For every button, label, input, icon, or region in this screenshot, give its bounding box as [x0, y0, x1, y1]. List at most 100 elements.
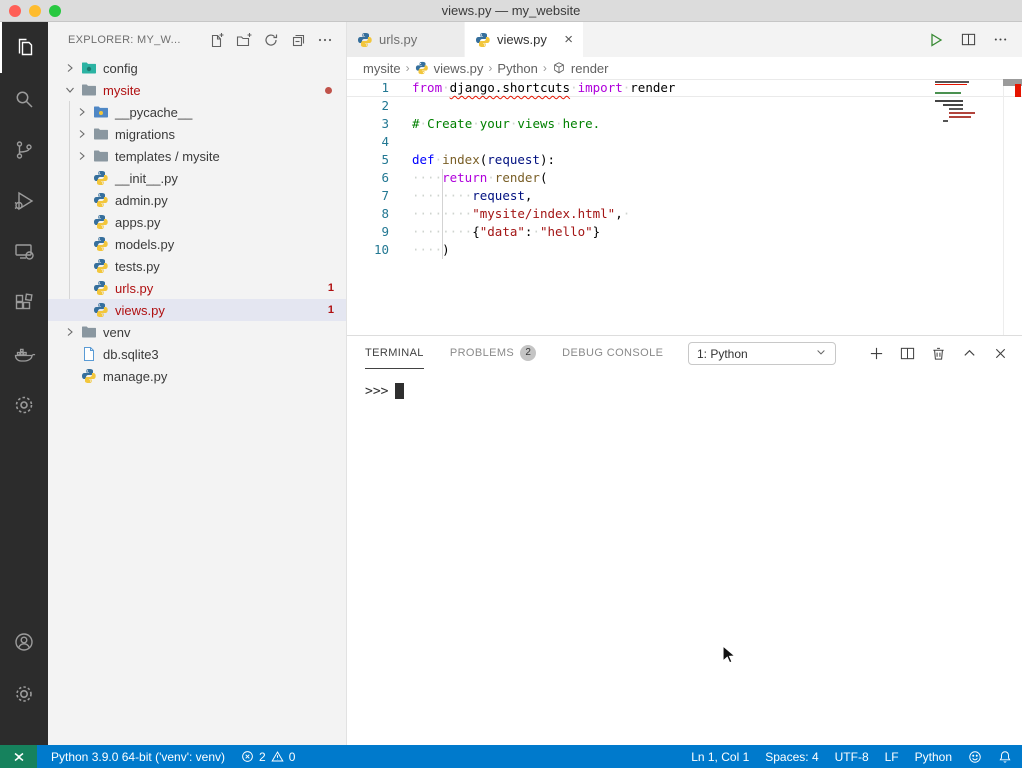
python-icon	[93, 214, 109, 230]
breadcrumb-item[interactable]: render	[571, 61, 609, 76]
minimap[interactable]	[935, 79, 1005, 133]
code-text: ····)	[389, 241, 450, 259]
new-terminal-icon[interactable]	[869, 346, 884, 361]
breadcrumb-item[interactable]: Python	[497, 61, 537, 76]
tree-item[interactable]: db.sqlite3	[48, 343, 346, 365]
tree-item[interactable]: migrations	[48, 123, 346, 145]
terminal-select-value: 1: Python	[697, 347, 748, 361]
breadcrumb-separator: ›	[543, 61, 547, 75]
notifications-bell-icon[interactable]	[990, 750, 1022, 764]
title-bar: views.py — my_website	[0, 0, 1022, 22]
feedback-smiley-icon[interactable]	[960, 750, 990, 764]
split-editor-icon[interactable]	[961, 32, 976, 47]
chevron-right-icon[interactable]	[62, 60, 78, 76]
close-panel-icon[interactable]	[993, 346, 1008, 361]
new-file-icon[interactable]	[208, 31, 226, 49]
code-line[interactable]: 4	[347, 133, 1022, 151]
problems-status-item[interactable]: 2 0	[233, 750, 303, 764]
search-icon[interactable]	[0, 73, 48, 124]
accounts-icon[interactable]	[0, 616, 48, 667]
kill-terminal-trash-icon[interactable]	[931, 346, 946, 361]
panel-tab-terminal[interactable]: TERMINAL	[365, 336, 424, 369]
tree-item[interactable]: __pycache__	[48, 101, 346, 123]
tree-item-label: __pycache__	[115, 105, 192, 120]
folder-config-icon	[81, 60, 97, 76]
refresh-icon[interactable]	[262, 31, 280, 49]
tree-item[interactable]: apps.py	[48, 211, 346, 233]
more-actions-icon[interactable]	[316, 31, 334, 49]
chevron-spacer	[62, 346, 78, 362]
status-eol[interactable]: LF	[877, 750, 907, 764]
tree-item[interactable]: urls.py1	[48, 277, 346, 299]
close-tab-icon[interactable]: ×	[564, 32, 573, 47]
source-control-icon[interactable]	[0, 124, 48, 175]
tree-item-label: admin.py	[115, 193, 168, 208]
remote-explorer-icon[interactable]	[0, 226, 48, 277]
tree-item[interactable]: manage.py	[48, 365, 346, 387]
tree-item[interactable]: templates / mysite	[48, 145, 346, 167]
tree-item[interactable]: venv	[48, 321, 346, 343]
tree-item-label: templates / mysite	[115, 149, 220, 164]
status-language-mode[interactable]: Python	[907, 750, 960, 764]
minimize-window-button[interactable]	[29, 5, 41, 17]
remote-indicator[interactable]	[0, 745, 37, 768]
code-text: ········request,	[389, 187, 532, 205]
explorer-icon[interactable]	[0, 22, 48, 73]
tree-item[interactable]: __init__.py	[48, 167, 346, 189]
tree-item-label: views.py	[115, 303, 165, 318]
status-cursor-position[interactable]: Ln 1, Col 1	[683, 750, 757, 764]
extension-icon[interactable]	[0, 379, 48, 430]
tab-views-py[interactable]: views.py ×	[465, 22, 583, 57]
chevron-spacer	[74, 280, 90, 296]
tree-item[interactable]: config	[48, 57, 346, 79]
chevron-right-icon[interactable]	[74, 148, 90, 164]
more-editor-actions-icon[interactable]	[993, 32, 1008, 47]
panel-tabs: TERMINAL PROBLEMS2 DEBUG CONSOLE	[365, 336, 689, 369]
code-line[interactable]: 3#·Create·your·views·here.	[347, 115, 1022, 133]
collapse-folders-icon[interactable]	[289, 31, 307, 49]
tree-item[interactable]: views.py1	[48, 299, 346, 321]
extensions-icon[interactable]	[0, 277, 48, 328]
code-editor[interactable]: 1from·django.shortcuts·import·render23#·…	[347, 79, 1022, 335]
close-window-button[interactable]	[9, 5, 21, 17]
maximize-window-button[interactable]	[49, 5, 61, 17]
code-line[interactable]: 2	[347, 97, 1022, 115]
run-python-file-icon[interactable]	[928, 32, 944, 48]
terminal-select-dropdown[interactable]: 1: Python	[688, 342, 836, 365]
code-line[interactable]: 1from·django.shortcuts·import·render	[347, 79, 1022, 97]
chevron-down-icon[interactable]	[62, 82, 78, 98]
python-file-icon	[415, 61, 429, 75]
panel-tab-debug-console[interactable]: DEBUG CONSOLE	[562, 336, 663, 369]
chevron-right-icon[interactable]	[62, 324, 78, 340]
python-interpreter-item[interactable]: Python 3.9.0 64-bit ('venv': venv)	[43, 750, 233, 764]
docker-icon[interactable]	[0, 328, 48, 379]
code-line[interactable]: 6····return·render(	[347, 169, 1022, 187]
chevron-right-icon[interactable]	[74, 104, 90, 120]
code-line[interactable]: 10····)	[347, 241, 1022, 259]
maximize-panel-icon[interactable]	[962, 346, 977, 361]
tab-urls-py[interactable]: urls.py	[347, 22, 465, 57]
warning-count: 0	[289, 750, 296, 764]
status-indentation[interactable]: Spaces: 4	[757, 750, 826, 764]
breadcrumb-item[interactable]: views.py	[434, 61, 484, 76]
line-number: 2	[347, 97, 389, 115]
settings-gear-icon[interactable]	[0, 668, 48, 719]
breadcrumb: mysite › views.py › Python › render	[347, 57, 1022, 79]
run-and-debug-icon[interactable]	[0, 175, 48, 226]
code-line[interactable]: 7········request,	[347, 187, 1022, 205]
terminal-content[interactable]: >>>	[347, 369, 1022, 399]
new-folder-icon[interactable]	[235, 31, 253, 49]
symbol-icon	[552, 61, 566, 75]
split-terminal-icon[interactable]	[900, 346, 915, 361]
code-line[interactable]: 9········{"data":·"hello"}	[347, 223, 1022, 241]
tree-item[interactable]: tests.py	[48, 255, 346, 277]
tree-item[interactable]: mysite	[48, 79, 346, 101]
tree-item[interactable]: admin.py	[48, 189, 346, 211]
code-line[interactable]: 5def·index(request):	[347, 151, 1022, 169]
breadcrumb-item[interactable]: mysite	[363, 61, 401, 76]
status-encoding[interactable]: UTF-8	[827, 750, 877, 764]
panel-tab-problems[interactable]: PROBLEMS2	[450, 336, 536, 369]
code-line[interactable]: 8········"mysite/index.html",·	[347, 205, 1022, 223]
tree-item[interactable]: models.py	[48, 233, 346, 255]
chevron-right-icon[interactable]	[74, 126, 90, 142]
